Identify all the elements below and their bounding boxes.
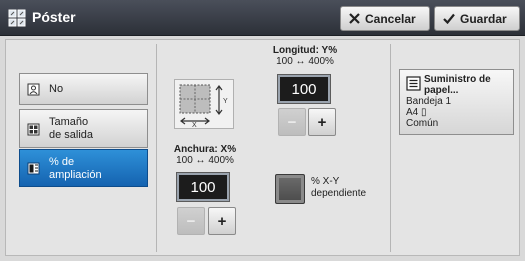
none-icon <box>27 83 40 96</box>
save-label: Guardar <box>460 11 507 26</box>
paper-supply-button[interactable]: Suministro de papel... Bandeja 1 A4 ▯ Co… <box>399 69 514 135</box>
title-bar: Póster Cancelar Guardar <box>0 0 525 36</box>
xy-dependent-label: % X-Y dependiente <box>311 176 366 200</box>
checkmark-icon <box>443 13 455 24</box>
option-label: No <box>49 83 64 95</box>
xy-dependent-checkbox[interactable] <box>275 174 305 204</box>
divider <box>390 44 391 252</box>
settings-panel: No Tamaño de salida % de ampliación Y X … <box>5 39 520 256</box>
cancel-label: Cancelar <box>365 11 416 26</box>
svg-text:X: X <box>192 122 197 129</box>
length-increase-button[interactable]: + <box>308 108 336 136</box>
paper-tray: Bandeja 1 <box>406 96 452 107</box>
poster-illustration: Y X <box>174 79 234 129</box>
svg-text:Y: Y <box>223 98 228 105</box>
poster-icon <box>8 9 26 27</box>
xy-dependent-line2: dependiente <box>311 188 367 199</box>
xy-dependent-line1: % X-Y <box>311 176 340 187</box>
page-title: Póster <box>32 9 76 25</box>
width-increase-button[interactable]: + <box>208 207 236 235</box>
width-label: Anchura: X% 100 ↔ 400% <box>172 144 238 166</box>
option-label: % de ampliación <box>49 156 102 181</box>
width-value-field[interactable]: 100 <box>176 172 230 202</box>
length-label: Longitud: Y% 100 ↔ 400% <box>270 45 340 67</box>
length-decrease-button[interactable]: − <box>278 108 306 136</box>
cancel-button[interactable]: Cancelar <box>340 6 430 31</box>
length-title: Longitud: Y% <box>272 45 338 56</box>
paper-supply-title: Suministro de papel... <box>424 74 491 96</box>
save-button[interactable]: Guardar <box>434 6 520 31</box>
option-no[interactable]: No <box>19 73 148 105</box>
length-range: 100 ↔ 400% <box>276 56 334 67</box>
paper-supply-title-line2: papel... <box>424 85 459 96</box>
width-decrease-button[interactable]: − <box>177 207 205 235</box>
width-range: 100 ↔ 400% <box>176 155 234 166</box>
option-output-size[interactable]: Tamaño de salida <box>19 109 148 148</box>
width-title: Anchura: X% <box>173 144 237 155</box>
poster-screen: Póster Cancelar Guardar No Tamaño de sal… <box>0 0 525 261</box>
paper-list-icon <box>406 76 421 91</box>
option-enlargement[interactable]: % de ampliación <box>19 149 148 187</box>
option-label: Tamaño de salida <box>49 116 94 141</box>
divider <box>156 44 157 252</box>
paper-supply-title-line1: Suministro de <box>424 74 491 85</box>
output-size-icon <box>27 123 40 136</box>
paper-type: Común <box>406 118 439 129</box>
enlargement-icon <box>27 162 40 175</box>
length-value-field[interactable]: 100 <box>277 74 331 104</box>
paper-size: A4 ▯ <box>406 107 427 118</box>
close-icon <box>349 13 360 24</box>
